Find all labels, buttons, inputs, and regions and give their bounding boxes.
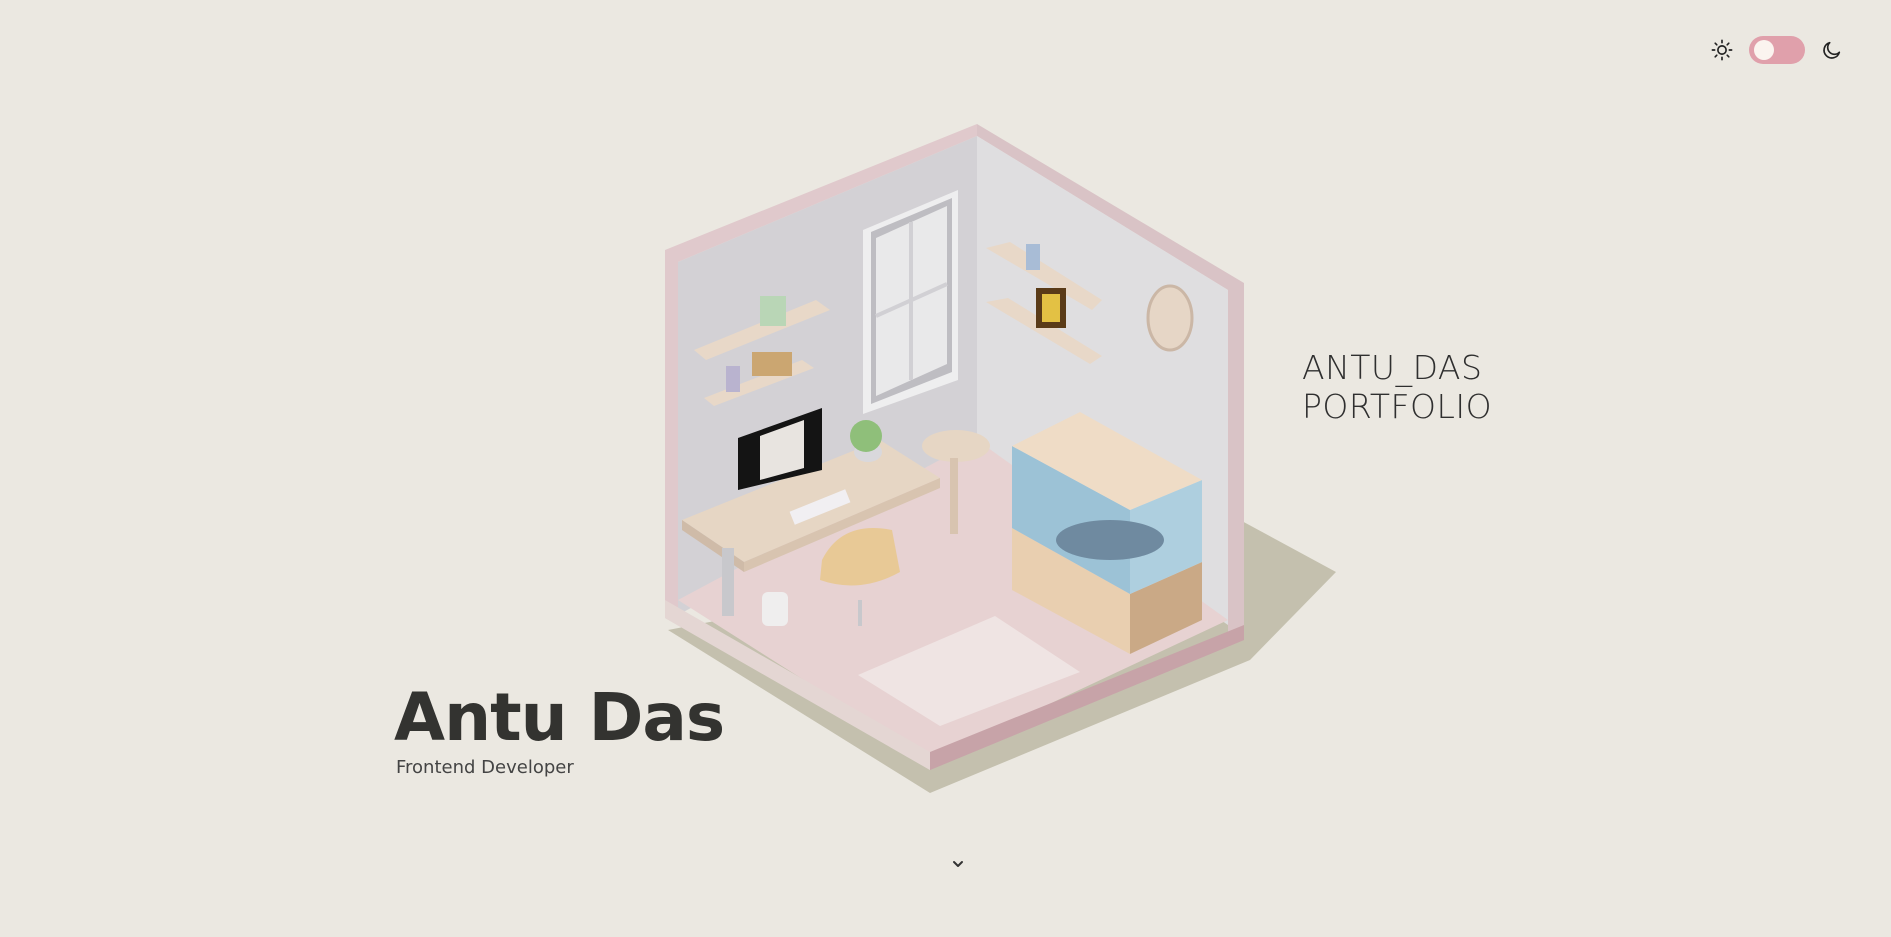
scene-label-line2: PORTFOLIO <box>1302 387 1493 426</box>
shelf-box <box>752 352 792 376</box>
side-table-leg <box>950 458 958 534</box>
theme-switch-knob <box>1754 40 1774 60</box>
waste-bin <box>762 592 788 626</box>
page: ANTU_DAS PORTFOLIO Antu Das Frontend Dev… <box>0 0 1891 937</box>
sun-icon[interactable] <box>1711 39 1733 61</box>
isometric-room-scene[interactable] <box>0 0 1891 937</box>
theme-switch[interactable] <box>1749 36 1805 64</box>
picture-art <box>1042 294 1060 322</box>
scene-portfolio-label: ANTU_DAS PORTFOLIO <box>1302 348 1492 426</box>
desk-leg <box>722 548 734 616</box>
aquarium-rocks <box>1056 520 1164 560</box>
chevron-down-icon[interactable] <box>950 856 966 872</box>
shelf-book-blue <box>1026 244 1040 270</box>
wall-clock <box>1146 284 1194 352</box>
shelf-lamp <box>726 366 740 392</box>
hero-name: Antu Das <box>394 679 725 756</box>
moon-icon[interactable] <box>1821 39 1843 61</box>
plant-leaves <box>850 420 882 452</box>
scene-label-line1: ANTU_DAS <box>1302 348 1483 387</box>
hero-role: Frontend Developer <box>396 757 574 778</box>
side-table-top <box>922 430 990 462</box>
shelf-books <box>760 296 786 326</box>
theme-toggle <box>1711 36 1843 64</box>
